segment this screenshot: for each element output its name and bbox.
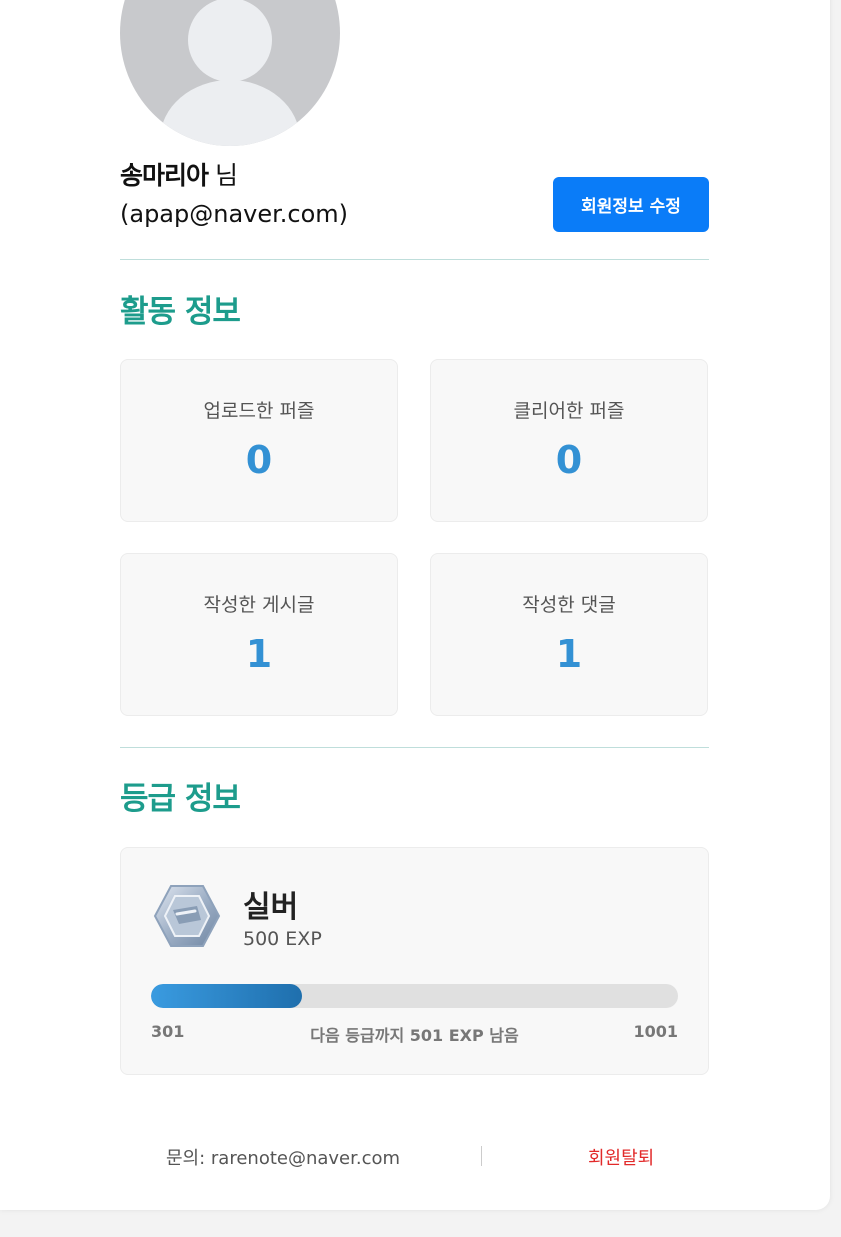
stat-card-cleared-puzzles: 클리어한 퍼즐 0 (430, 359, 708, 522)
edit-profile-button[interactable]: 회원정보 수정 (553, 177, 709, 232)
activity-section-title: 활동 정보 (120, 294, 241, 330)
avatar-body-shape (160, 80, 300, 146)
footer-separator (481, 1146, 482, 1166)
progress-max-label: 1001 (633, 1022, 678, 1041)
stat-label: 클리어한 퍼즐 (513, 400, 625, 422)
avatar-head-shape (188, 0, 272, 82)
grade-card: 실버 500 EXP 301 다음 등급까지 501 EXP 남음 1001 (120, 847, 709, 1075)
user-honorific: 님 (214, 161, 238, 190)
contact-text: 문의: rarenote@naver.com (166, 1148, 401, 1169)
grade-exp: 500 EXP (243, 928, 322, 950)
stat-card-uploaded-puzzles: 업로드한 퍼즐 0 (120, 359, 398, 522)
grade-section-title: 등급 정보 (120, 781, 241, 817)
divider (120, 259, 709, 260)
silver-badge-icon (153, 885, 221, 947)
stat-label: 업로드한 퍼즐 (203, 400, 315, 422)
user-name: 송마리아 (120, 161, 209, 190)
stat-value: 1 (245, 632, 273, 676)
user-name-line: 송마리아 님 (120, 156, 238, 192)
stat-card-comments: 작성한 댓글 1 (430, 553, 708, 716)
divider (120, 747, 709, 748)
stat-value: 0 (555, 438, 583, 482)
stat-card-posts: 작성한 게시글 1 (120, 553, 398, 716)
user-email: (apap@naver.com) (120, 200, 349, 228)
stat-value: 0 (245, 438, 273, 482)
stat-label: 작성한 댓글 (522, 594, 616, 616)
grade-name: 실버 (243, 890, 299, 925)
grade-progress-bar (151, 984, 678, 1008)
grade-progress-fill (151, 984, 302, 1008)
progress-remaining-text: 다음 등급까지 501 EXP 남음 (310, 1026, 519, 1045)
withdraw-link[interactable]: 회원탈퇴 (588, 1144, 654, 1170)
stat-label: 작성한 게시글 (203, 594, 315, 616)
stat-value: 1 (555, 632, 583, 676)
